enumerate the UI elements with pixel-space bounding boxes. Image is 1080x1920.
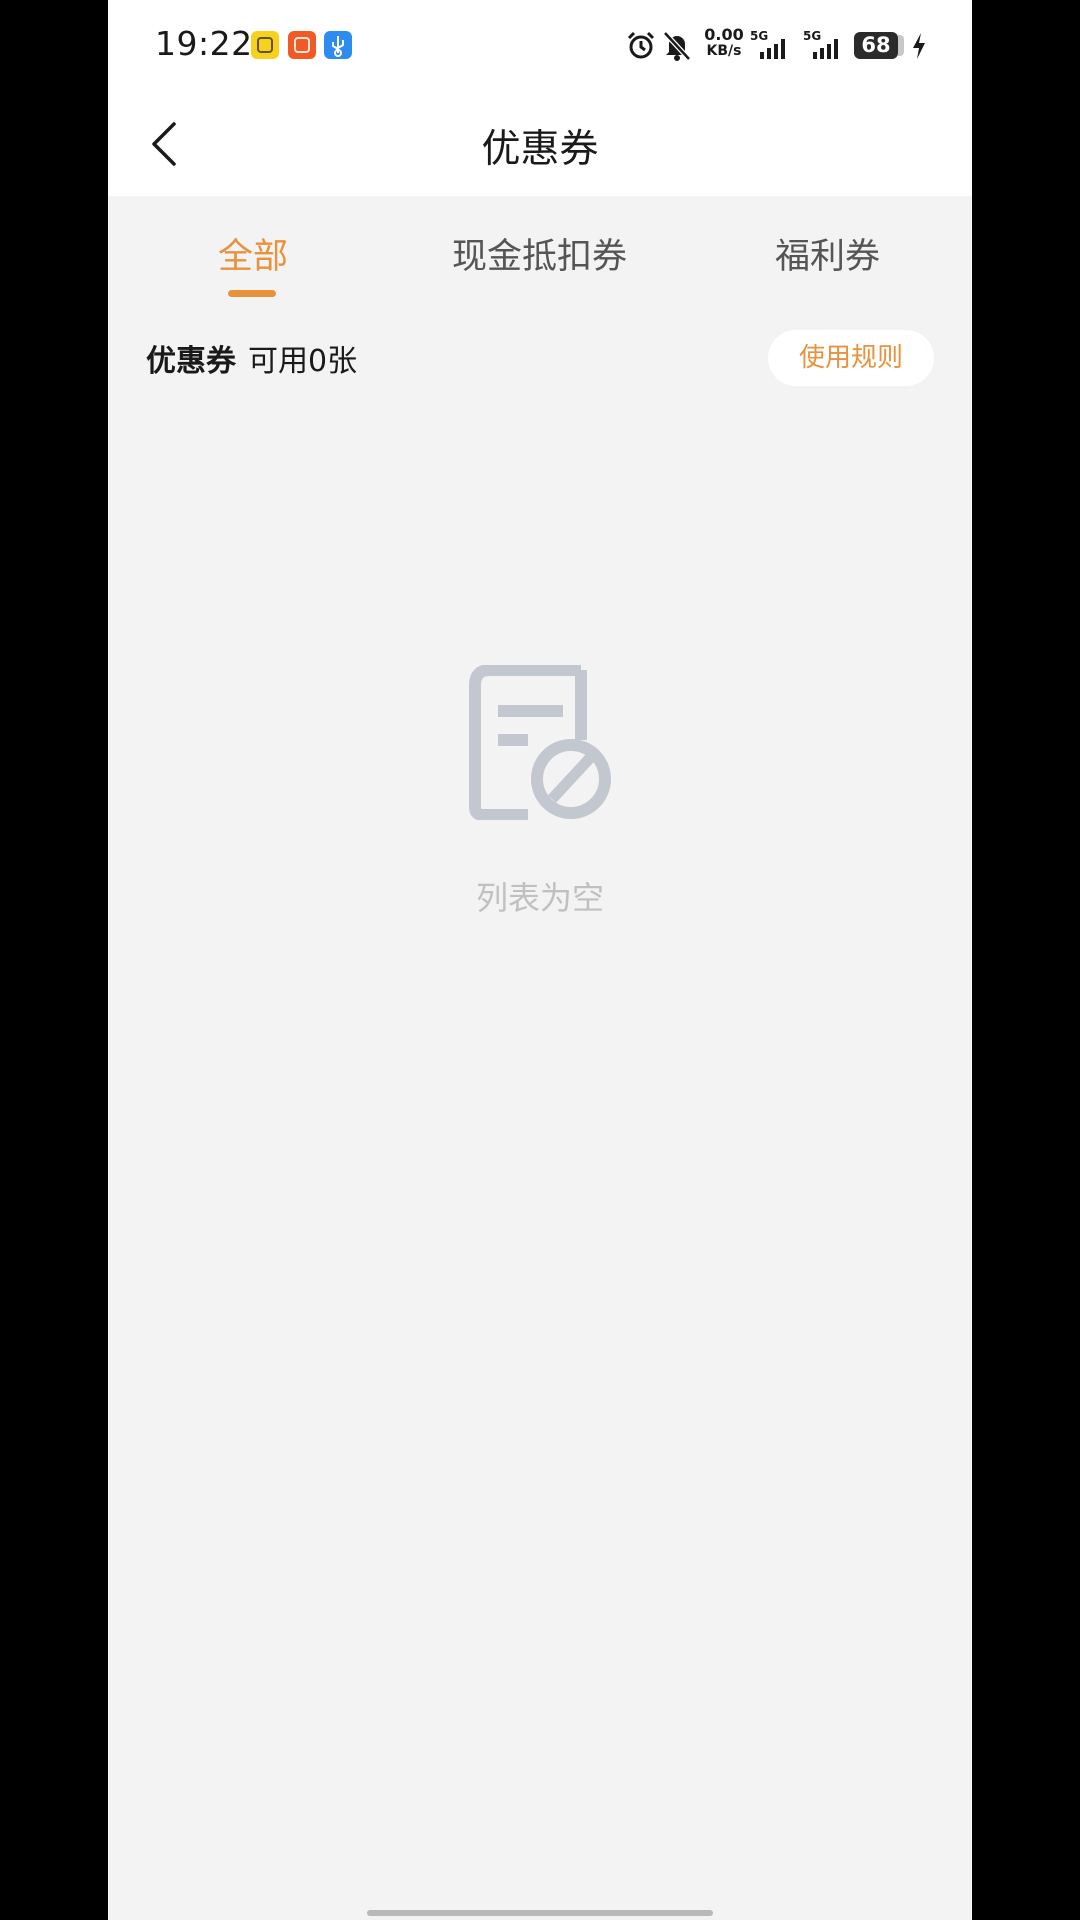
yellow-app-icon — [251, 31, 279, 59]
tab-cash-deduction[interactable]: 现金抵扣券 — [452, 228, 627, 279]
home-indicator[interactable] — [367, 1910, 713, 1916]
coupon-summary: 优惠券 可用0张 — [146, 336, 357, 380]
battery-icon: 68 — [854, 32, 898, 59]
mute-bell-icon — [663, 31, 691, 61]
status-bar: 19:22 0.00 KB/s 5G 5G 68 — [108, 0, 972, 92]
tab-all[interactable]: 全部 — [218, 228, 288, 279]
empty-list-icon — [469, 665, 611, 820]
phone-screen: 19:22 0.00 KB/s 5G 5G 68 优惠券 全部 现金抵扣券 福利… — [108, 0, 972, 1920]
usage-rules-button[interactable]: 使用规则 — [768, 330, 934, 386]
tab-bar: 全部 现金抵扣券 福利券 — [108, 196, 972, 306]
net-speed: 0.00 KB/s — [704, 25, 744, 59]
battery-tail — [898, 35, 904, 56]
usb-icon — [324, 31, 352, 59]
active-tab-indicator — [228, 290, 276, 297]
orange-app-icon — [288, 31, 316, 59]
empty-state-text: 列表为空 — [475, 879, 604, 917]
nav-bar: 优惠券 — [108, 92, 972, 196]
available-count: 可用0张 — [248, 344, 358, 379]
summary-label: 优惠券 — [146, 344, 236, 379]
signal-icon — [760, 39, 785, 59]
signal-icon — [813, 39, 838, 59]
status-time: 19:22 — [155, 24, 253, 63]
tab-welfare[interactable]: 福利券 — [775, 228, 880, 279]
alarm-icon — [627, 31, 655, 59]
page-title: 优惠券 — [481, 127, 599, 172]
charging-bolt-icon — [913, 33, 925, 59]
